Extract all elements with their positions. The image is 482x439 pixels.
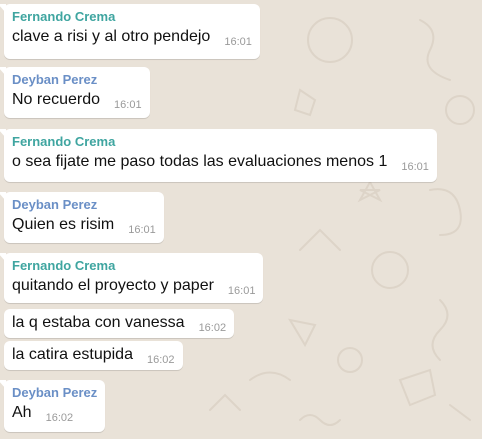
message-timestamp: 16:01 <box>128 224 156 236</box>
message-timestamp: 16:01 <box>227 285 256 297</box>
message-bubble-fernando[interactable]: Fernando Crema quitando el proyecto y pa… <box>0 253 264 303</box>
sender-name[interactable]: Fernando Crema <box>12 9 252 25</box>
message-bubble-deyban[interactable]: Deyban Perez Quien es risim 16:01 <box>0 192 164 243</box>
message-timestamp: 16:01 <box>114 99 142 111</box>
sender-name[interactable]: Deyban Perez <box>12 385 97 401</box>
message-bubble-deyban[interactable]: Deyban Perez No recuerdo 16:01 <box>0 67 150 118</box>
message-text: Ah <box>12 404 32 421</box>
message-timestamp: 16:02 <box>146 354 175 366</box>
message-text: clave a risi y al otro pendejo <box>12 28 211 45</box>
message-text: o sea fijate me paso todas las evaluacio… <box>12 153 388 170</box>
message-text: quitando el proyecto y paper <box>12 277 214 294</box>
message-text: Quien es risim <box>12 216 115 233</box>
message-bubble-fernando-continued[interactable]: la catira estupida 16:02 <box>4 341 183 370</box>
message-timestamp: 16:02 <box>198 322 227 334</box>
message-timestamp: 16:01 <box>224 36 252 48</box>
sender-name[interactable]: Deyban Perez <box>12 72 142 88</box>
sender-name[interactable]: Deyban Perez <box>12 197 156 213</box>
message-bubble-deyban[interactable]: Deyban Perez Ah 16:02 <box>0 380 106 432</box>
sender-name[interactable]: Fernando Crema <box>12 258 255 274</box>
message-bubble-fernando[interactable]: Fernando Crema o sea fijate me paso toda… <box>0 129 437 182</box>
message-bubble-fernando[interactable]: Fernando Crema clave a risi y al otro pe… <box>0 4 260 59</box>
message-text: la q estaba con vanessa <box>12 314 185 331</box>
sender-name[interactable]: Fernando Crema <box>12 134 429 150</box>
message-bubble-fernando-continued[interactable]: la q estaba con vanessa 16:02 <box>4 309 235 338</box>
chat-message-list[interactable]: Fernando Crema clave a risi y al otro pe… <box>0 0 482 439</box>
message-timestamp: 16:01 <box>401 161 429 173</box>
message-text: No recuerdo <box>12 91 101 108</box>
message-text: la catira estupida <box>12 346 133 363</box>
message-timestamp: 16:02 <box>45 412 74 424</box>
